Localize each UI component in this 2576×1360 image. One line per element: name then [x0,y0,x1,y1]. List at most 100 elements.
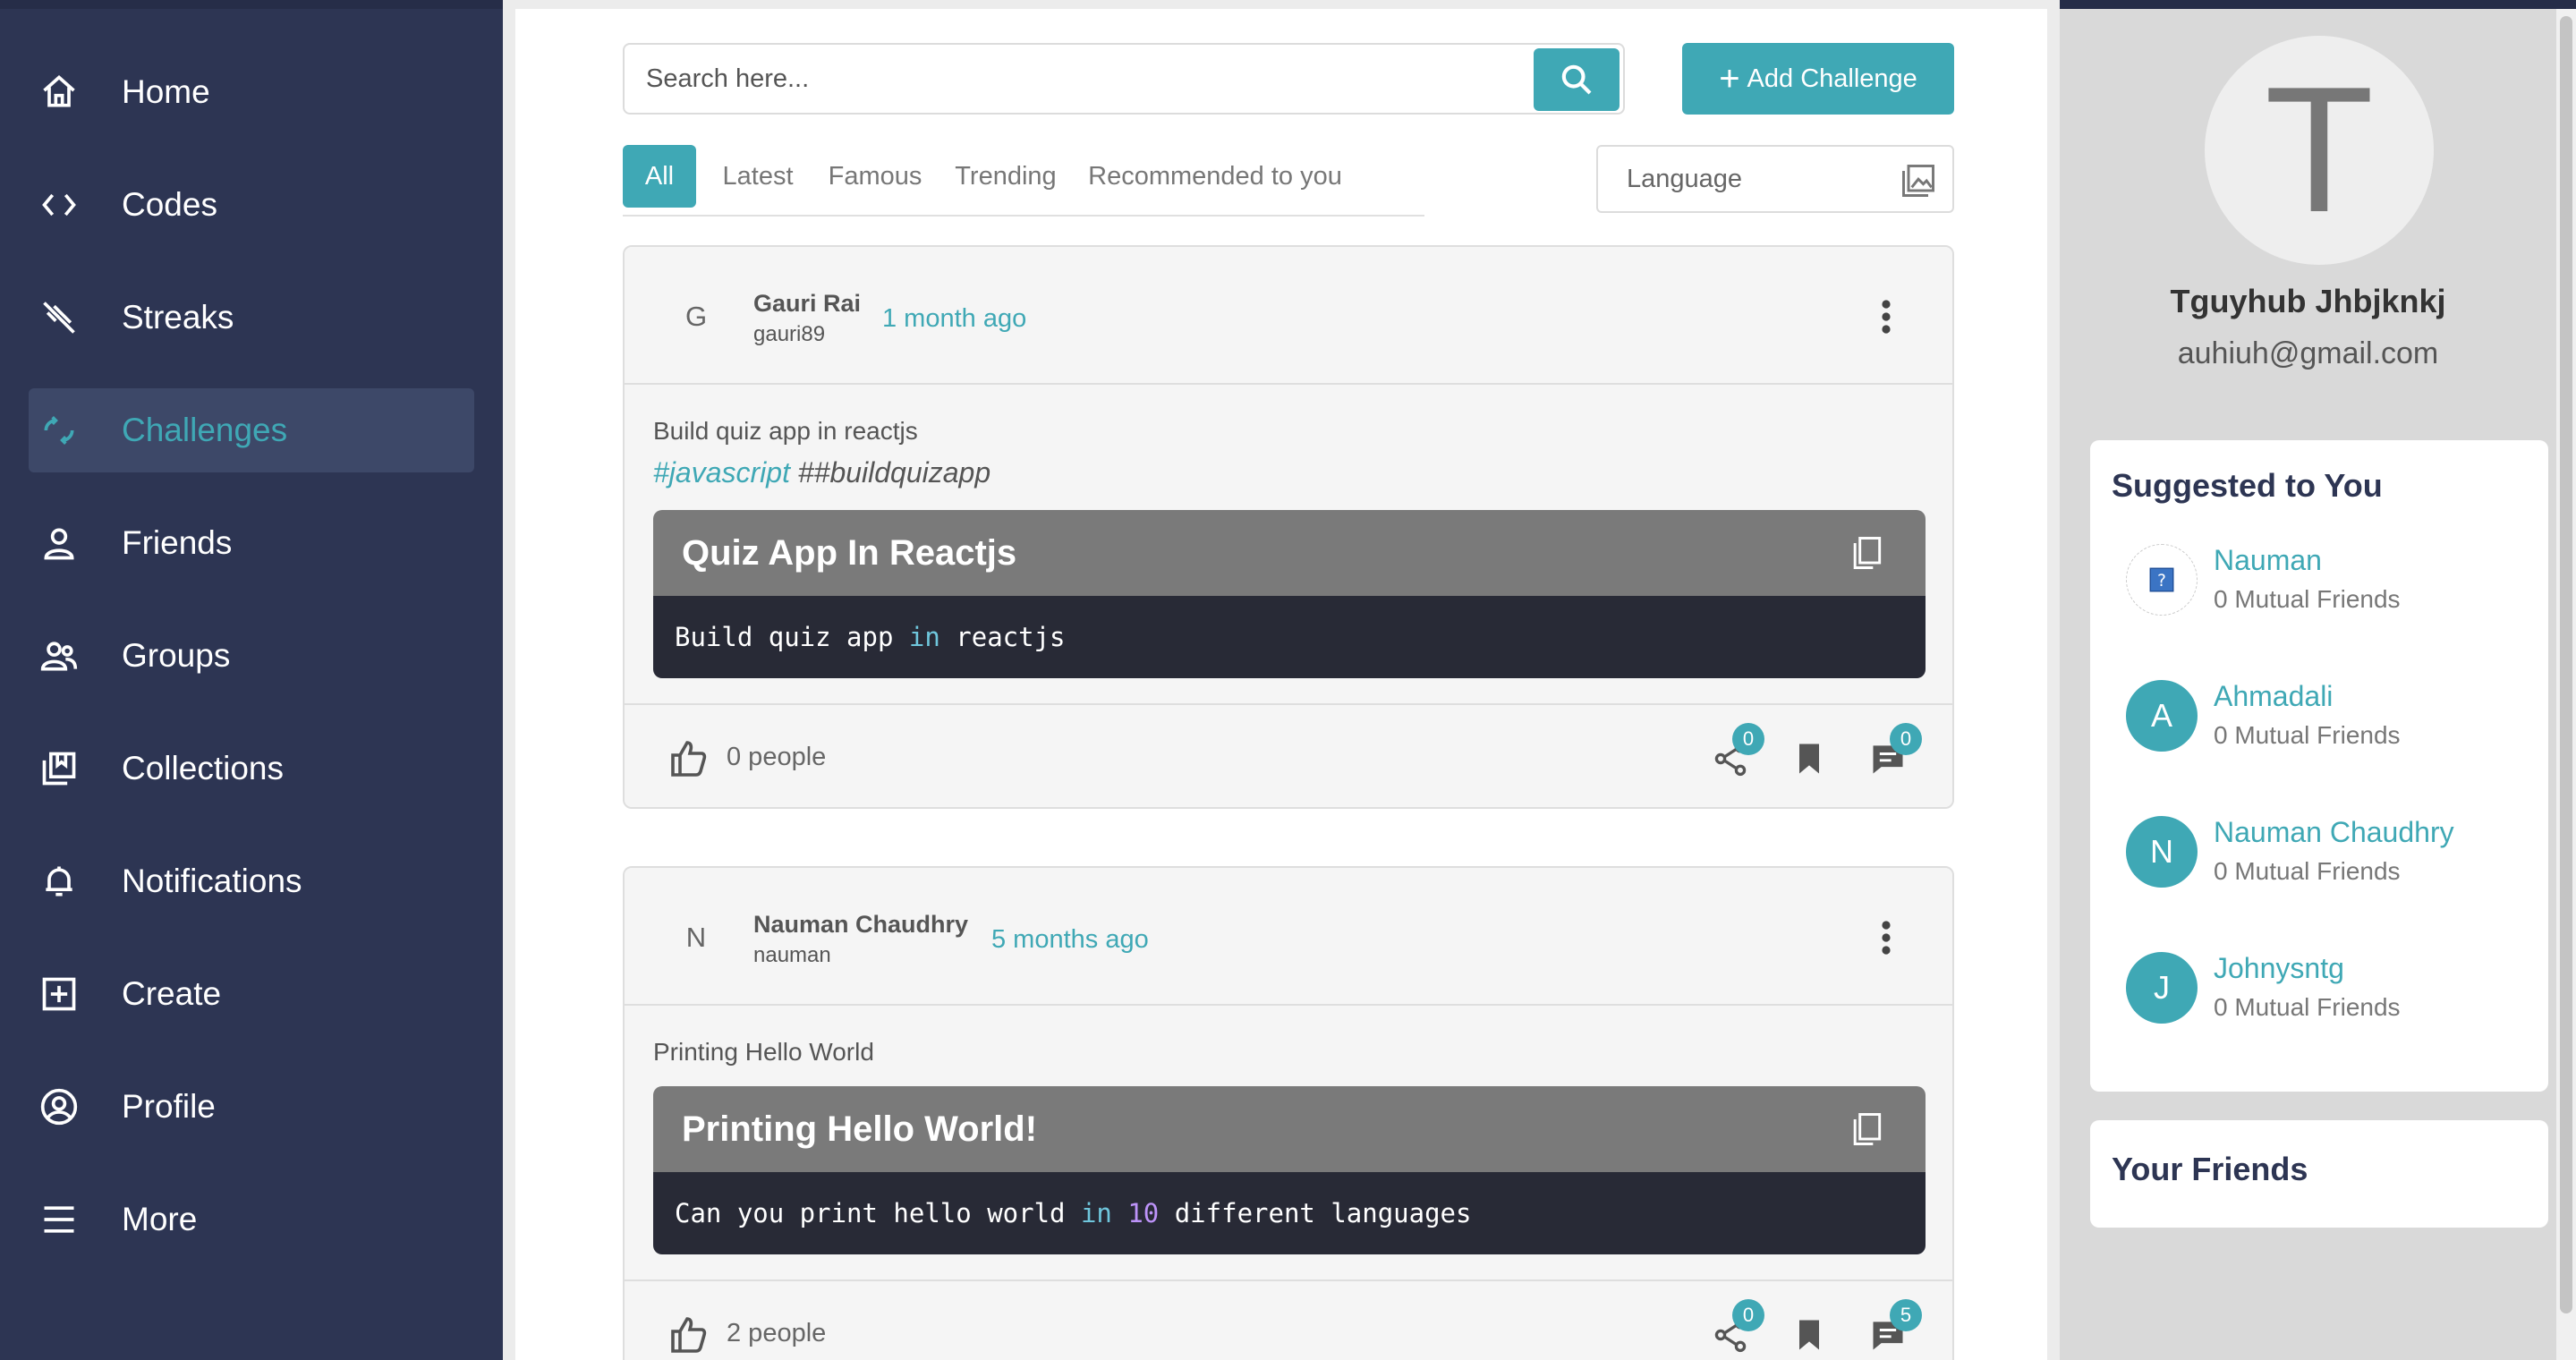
suggested-panel: Suggested to You ? Nauman 0 Mutual Frien… [2090,440,2548,1092]
bell-icon [29,859,91,904]
post-description: Printing Hello World [653,1038,874,1066]
language-select[interactable] [1596,145,1954,213]
share-count-badge: 0 [1732,1299,1764,1331]
post-header: G Gauri Rai gauri89 1 month ago [625,247,1952,385]
friends-title: Your Friends [2112,1151,2308,1187]
sidebar-item-friends[interactable]: Friends [29,501,474,585]
search-input[interactable] [646,45,1451,113]
profile-avatar[interactable]: T [2205,36,2434,265]
sidebar-item-home[interactable]: Home [29,50,474,134]
post-time: 5 months ago [991,925,1149,954]
code-keyword: in [1080,1198,1112,1228]
sidebar-top-strip [0,0,503,9]
image-icon [1902,165,1934,197]
add-challenge-label: Add Challenge [1747,64,1917,93]
suggested-user-name[interactable]: Ahmadali [2214,680,2333,713]
thumbs-up-icon[interactable] [667,1313,710,1356]
challenge-icon [29,408,91,453]
language-input[interactable] [1627,147,1895,211]
comment-count-badge: 5 [1890,1299,1922,1331]
suggested-user-name[interactable]: Johnysntg [2214,952,2344,985]
tab-trending[interactable]: Trending [943,145,1068,208]
sidebar-item-label: Home [122,73,210,110]
post-card: N Nauman Chaudhry nauman 5 months ago Pr… [623,866,1954,1360]
more-options-icon[interactable] [1877,299,1895,335]
bookmark-icon[interactable] [1790,739,1829,778]
bookmark-icon[interactable] [1790,1315,1829,1355]
suggested-user-name[interactable]: Nauman Chaudhry [2214,816,2454,849]
collections-icon [29,746,91,791]
sidebar-item-create[interactable]: Create [29,952,474,1036]
suggested-title: Suggested to You [2112,467,2383,504]
author-name[interactable]: Gauri Rai [753,290,861,318]
author-handle: gauri89 [753,322,826,346]
share-count-badge: 0 [1732,723,1764,755]
search-icon [1561,64,1592,95]
avatar[interactable]: A [2126,680,2198,752]
sidebar-item-notifications[interactable]: Notifications [29,839,474,923]
code-title: Quiz App In Reactjs [653,510,1926,596]
code-text: reactjs [939,622,1066,652]
home-icon [29,70,91,115]
filter-tabs: All Latest Famous Trending Recommended t… [623,143,1424,217]
hashtag[interactable]: ##buildquizapp [798,456,990,489]
tab-latest[interactable]: Latest [709,145,807,208]
sidebar-item-collections[interactable]: Collections [29,727,474,811]
group-icon [29,633,91,678]
author-handle: nauman [753,943,831,967]
suggested-user-name[interactable]: Nauman [2214,544,2322,577]
avatar[interactable]: N [2126,816,2198,888]
sidebar-item-more[interactable]: More [29,1177,474,1262]
mutual-friends-count: 0 Mutual Friends [2214,993,2401,1021]
scroll-thumb[interactable] [2560,16,2572,1313]
post-card: G Gauri Rai gauri89 1 month ago Build qu… [623,245,1954,809]
sidebar-item-profile[interactable]: Profile [29,1065,474,1149]
code-icon [29,183,91,227]
add-challenge-button[interactable]: + Add Challenge [1682,43,1954,115]
user-circle-icon [29,1084,91,1129]
tab-all[interactable]: All [623,145,696,208]
sidebar-item-codes[interactable]: Codes [29,163,474,247]
copy-icon[interactable] [1847,1109,1886,1149]
mutual-friends-count: 0 Mutual Friends [2214,585,2401,613]
code-block: Quiz App In Reactjs Build quiz app in re… [653,510,1926,678]
thumbs-up-icon[interactable] [667,737,710,780]
search-box [623,43,1625,115]
copy-icon[interactable] [1847,533,1886,573]
sidebar-item-challenges[interactable]: Challenges [29,388,474,472]
code-text: Can you print hello world [675,1198,1081,1228]
avatar: G [684,301,708,332]
avatar: N [685,922,707,953]
sidebar-item-label: More [122,1201,198,1237]
scrollbar[interactable] [2556,9,2576,1360]
sidebar-item-streaks[interactable]: Streaks [29,276,474,360]
avatar[interactable]: J [2126,952,2198,1024]
sidebar-item-label: Friends [122,524,233,561]
hashtag[interactable]: #javascript [653,456,790,489]
post-time: 1 month ago [882,304,1027,333]
broken-image-icon: ? [2149,567,2174,592]
plus-icon: + [1719,59,1740,98]
more-options-icon[interactable] [1877,920,1895,956]
sidebar-item-groups[interactable]: Groups [29,614,474,698]
tab-recommended[interactable]: Recommended to you [1081,145,1349,208]
mutual-friends-count: 0 Mutual Friends [2214,721,2401,749]
avatar[interactable]: ? [2126,544,2198,616]
person-icon [29,521,91,565]
sidebar: Home Codes Streaks Challenges Friends Gr… [0,0,503,1360]
author-name[interactable]: Nauman Chaudhry [753,911,968,939]
mutual-friends-count: 0 Mutual Friends [2214,857,2401,885]
like-count: 0 people [727,743,827,771]
code-keyword: in [908,622,940,652]
post-footer: 2 people 0 5 [625,1279,1952,1360]
code-text: Build quiz app [675,622,909,652]
plus-square-icon [29,972,91,1016]
code-number: 10 [1127,1198,1160,1228]
profile-name: Tguyhub Jhbjknkj [2170,283,2446,319]
tab-famous[interactable]: Famous [820,145,931,208]
streak-icon [29,295,91,340]
code-block: Printing Hello World! Can you print hell… [653,1086,1926,1254]
search-button[interactable] [1534,48,1620,111]
profile-email: auhiuh@gmail.com [2177,336,2439,370]
